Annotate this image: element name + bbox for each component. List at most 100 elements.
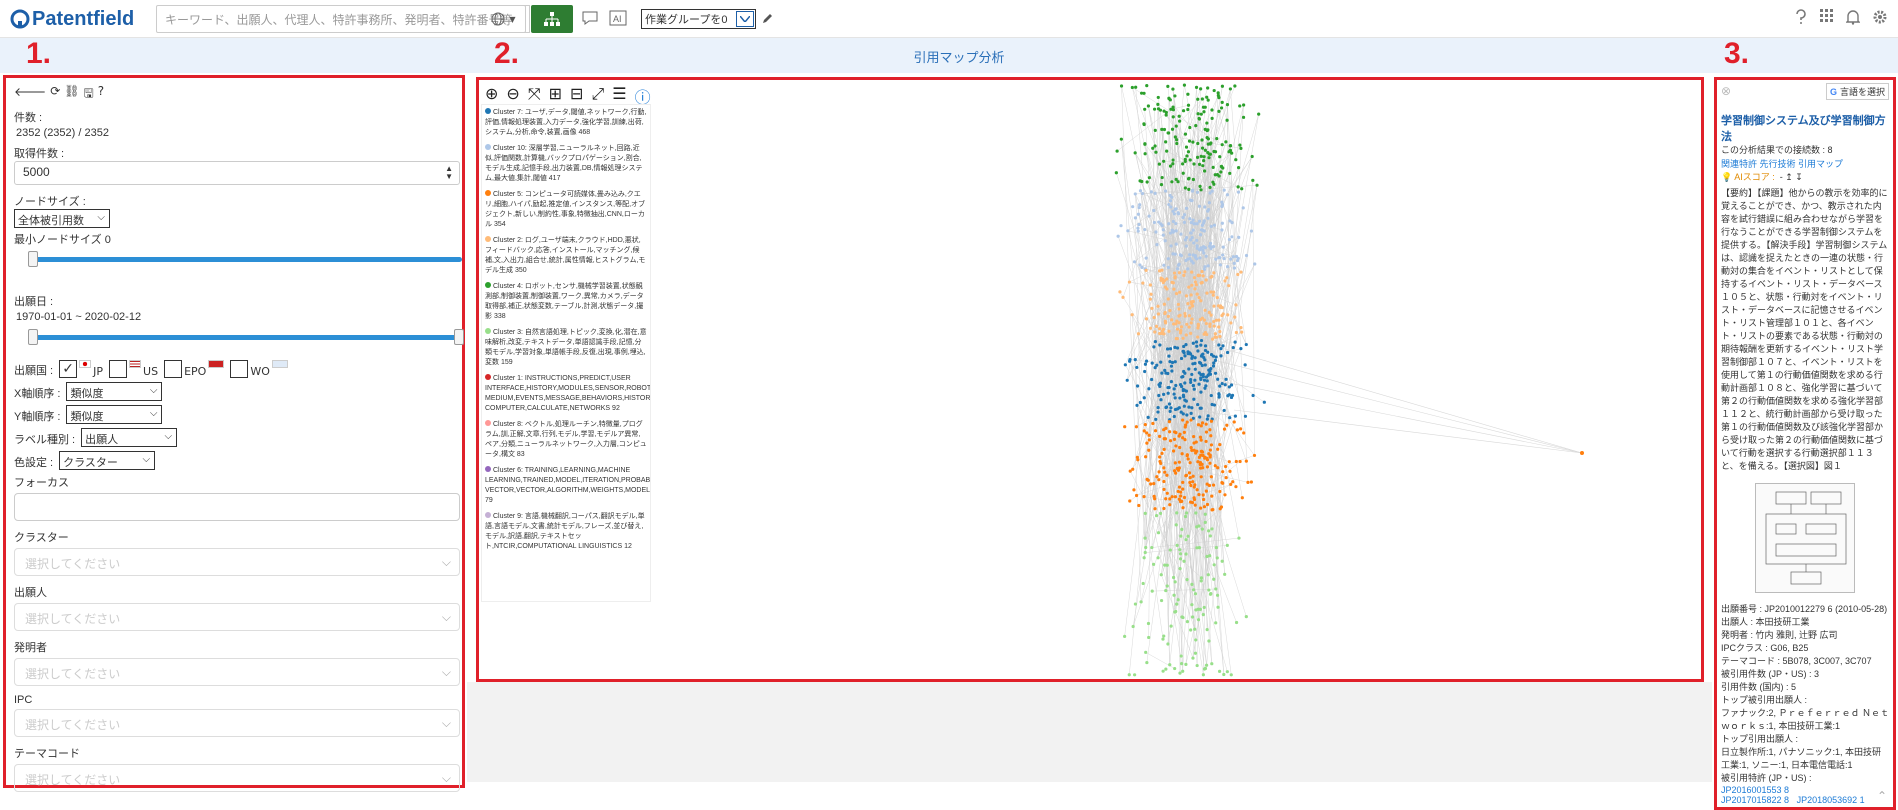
graph-node[interactable] xyxy=(1184,206,1189,210)
graph-node[interactable] xyxy=(1174,124,1178,128)
graph-node[interactable] xyxy=(1173,135,1177,139)
graph-node[interactable] xyxy=(1143,227,1147,232)
graph-node[interactable] xyxy=(1225,670,1229,674)
graph-node[interactable] xyxy=(1163,437,1168,441)
graph-node[interactable] xyxy=(1197,117,1201,121)
graph-node[interactable] xyxy=(1212,223,1217,227)
graph-node[interactable] xyxy=(1252,453,1257,458)
graph-node[interactable] xyxy=(1156,406,1160,410)
graph-node[interactable] xyxy=(1202,221,1206,225)
graph-node[interactable] xyxy=(1213,371,1218,375)
graph-node[interactable] xyxy=(1214,545,1218,550)
graph-node[interactable] xyxy=(1162,479,1166,484)
graph-node[interactable] xyxy=(1168,409,1172,413)
graph-node[interactable] xyxy=(1178,445,1182,450)
graph-node[interactable] xyxy=(1192,496,1196,500)
graph-node[interactable] xyxy=(1189,331,1193,335)
graph-node[interactable] xyxy=(1160,277,1165,281)
graph-node[interactable] xyxy=(1192,397,1196,401)
graph-node[interactable] xyxy=(1221,481,1225,485)
graph-node[interactable] xyxy=(1209,434,1213,438)
graph-node[interactable] xyxy=(1183,381,1187,385)
graph-node[interactable] xyxy=(1158,108,1163,112)
graph-node[interactable] xyxy=(1116,234,1120,238)
min-node-size-slider[interactable] xyxy=(14,251,462,267)
graph-node[interactable] xyxy=(1162,634,1166,638)
graph-node[interactable] xyxy=(1189,378,1193,382)
graph-node[interactable] xyxy=(1142,91,1146,95)
graph-node[interactable] xyxy=(1184,145,1189,149)
graph-node[interactable] xyxy=(1201,493,1205,497)
graph-node[interactable] xyxy=(1190,582,1194,586)
work-group-select[interactable]: 作業グループを0 xyxy=(641,9,756,29)
graph-node[interactable] xyxy=(1211,165,1215,169)
graph-node[interactable] xyxy=(1156,95,1160,100)
graph-node[interactable] xyxy=(1168,548,1172,552)
graph-node[interactable] xyxy=(1214,621,1218,625)
graph-node[interactable] xyxy=(1191,140,1195,144)
graph-node[interactable] xyxy=(1135,365,1139,370)
graph-node[interactable] xyxy=(1188,158,1192,162)
graph-node[interactable] xyxy=(1168,347,1173,351)
graph-node[interactable] xyxy=(1217,343,1221,347)
graph-node[interactable] xyxy=(1206,573,1210,577)
graph-node[interactable] xyxy=(1158,381,1163,385)
slider-thumb-start[interactable] xyxy=(28,329,38,345)
scroll-top-icon[interactable]: ⌃ xyxy=(1877,789,1887,803)
graph-node[interactable] xyxy=(1203,265,1207,269)
graph-node[interactable] xyxy=(1199,228,1204,232)
graph-node[interactable] xyxy=(1127,280,1132,284)
graph-node[interactable] xyxy=(1184,552,1188,556)
graph-node[interactable] xyxy=(1183,270,1187,274)
graph-node[interactable] xyxy=(1214,587,1218,591)
graph-node[interactable] xyxy=(1241,206,1245,210)
graph-node[interactable] xyxy=(1182,83,1187,87)
graph-node[interactable] xyxy=(1167,420,1172,424)
country-wo[interactable]: WO xyxy=(230,359,288,378)
graph-node[interactable] xyxy=(1200,527,1205,531)
graph-node[interactable] xyxy=(1183,238,1187,242)
graph-node[interactable] xyxy=(1202,229,1206,233)
graph-node[interactable] xyxy=(1212,319,1216,324)
graph-node[interactable] xyxy=(1202,155,1206,159)
graph-node[interactable] xyxy=(1217,109,1221,113)
legend-item[interactable]: Cluster 4: ロボット,センサ,機械学習装置,状態観測部,制御装置,制御… xyxy=(485,282,647,322)
graph-node[interactable] xyxy=(1123,425,1127,429)
graph-node[interactable] xyxy=(1207,368,1211,372)
graph-node[interactable] xyxy=(1182,559,1186,563)
graph-node[interactable] xyxy=(1183,438,1187,442)
graph-node[interactable] xyxy=(1199,154,1203,158)
graph-node[interactable] xyxy=(1146,104,1150,108)
graph-node[interactable] xyxy=(1162,302,1166,306)
graph-node[interactable] xyxy=(1173,396,1177,400)
graph-node[interactable] xyxy=(1148,326,1153,330)
graph-node[interactable] xyxy=(1162,506,1166,511)
close-icon[interactable]: ⊗ xyxy=(1721,84,1731,98)
graph-node[interactable] xyxy=(1222,256,1226,261)
graph-node[interactable] xyxy=(1186,302,1190,306)
graph-node[interactable] xyxy=(1190,283,1194,287)
graph-node[interactable] xyxy=(1165,149,1169,153)
graph-node[interactable] xyxy=(1184,258,1188,263)
graph-node[interactable] xyxy=(1187,176,1191,180)
graph-node[interactable] xyxy=(1181,171,1185,175)
graph-node[interactable] xyxy=(1154,150,1158,154)
graph-node[interactable] xyxy=(1192,222,1196,226)
graph-node[interactable] xyxy=(1227,385,1231,389)
graph-node[interactable] xyxy=(1196,112,1200,116)
graph-node[interactable] xyxy=(1175,602,1179,606)
graph-node[interactable] xyxy=(1184,294,1189,298)
related-links[interactable]: 関連特許 先行技術 引用マップ xyxy=(1721,157,1889,170)
graph-node[interactable] xyxy=(1152,562,1156,566)
graph-node[interactable] xyxy=(1214,355,1218,359)
graph-node[interactable] xyxy=(1223,572,1227,576)
graph-node[interactable] xyxy=(1171,252,1175,256)
country-jp[interactable]: ✓ JP xyxy=(59,359,103,378)
graph-node[interactable] xyxy=(1174,523,1178,527)
graph-node[interactable] xyxy=(1218,443,1222,447)
graph-node[interactable] xyxy=(1196,349,1200,353)
graph-node[interactable] xyxy=(1147,176,1151,180)
graph-node[interactable] xyxy=(1123,363,1127,367)
legend-item[interactable]: Cluster 9: 言語,機械翻訳,コーパス,翻訳モデル,単語,言語モデル,文… xyxy=(485,512,647,552)
graph-node[interactable] xyxy=(1199,506,1203,510)
